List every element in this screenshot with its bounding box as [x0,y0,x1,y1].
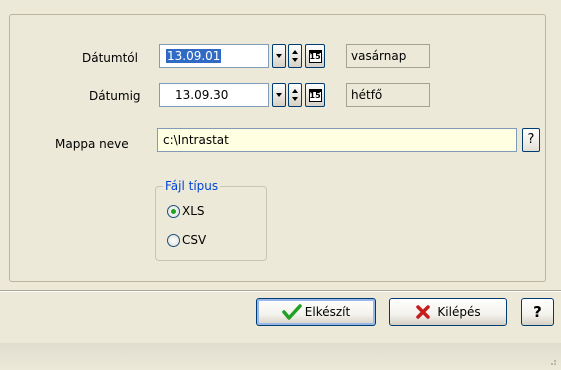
file-type-legend: Fájl típus [163,179,221,193]
date-from-weekday: vasárnap [346,44,430,68]
folder-name-input[interactable]: c:\Intrastat [157,128,517,152]
exit-button[interactable]: Kilépés [389,298,507,326]
date-from-value: 13.09.01 [166,49,222,63]
create-button[interactable]: Elkészít [256,298,376,326]
spin-up-icon [292,49,298,54]
date-from-spinner[interactable] [288,44,302,68]
date-to-calendar-button[interactable]: 15 [305,83,325,107]
folder-name-label: Mappa neve [55,137,129,151]
help-button[interactable]: ? [521,298,554,326]
chevron-down-icon [276,93,282,97]
radio-unselected-icon [167,233,180,247]
folder-help-button[interactable]: ? [522,128,540,152]
date-to-dropdown-button[interactable] [272,83,286,107]
spin-down-icon [292,97,298,102]
date-to-spinner[interactable] [288,83,302,107]
date-from-label: Dátumtól [82,51,138,65]
chevron-down-icon [276,54,282,58]
file-type-option-label: CSV [182,233,207,247]
date-from-field[interactable]: 13.09.01 [159,44,269,68]
help-button-label: ? [533,303,542,321]
folder-name-value: c:\Intrastat [163,133,229,147]
file-type-option-label: XLS [182,204,205,218]
file-type-group [155,186,267,261]
date-to-weekday: hétfő [346,83,430,107]
radio-selected-icon [167,204,180,218]
resize-grip-icon[interactable] [547,356,557,366]
create-button-label: Elkészít [304,305,351,319]
calendar-icon: 15 [308,88,322,102]
exit-button-label: Kilépés [437,305,481,319]
close-icon [416,305,431,319]
status-bar [0,343,561,370]
date-from-dropdown-button[interactable] [272,44,286,68]
checkmark-icon [282,304,302,320]
file-type-option-xls[interactable]: XLS [167,204,205,218]
folder-help-label: ? [527,132,535,147]
spin-down-icon [292,58,298,63]
date-to-field[interactable]: 13.09.30 [159,83,269,107]
date-to-label: Dátumig [89,89,141,103]
file-type-option-csv[interactable]: CSV [167,233,206,247]
date-to-value: 13.09.30 [175,88,229,102]
spin-up-icon [292,88,298,93]
dialog-separator [0,290,561,292]
date-from-calendar-button[interactable]: 15 [305,44,325,68]
calendar-icon: 15 [308,49,322,63]
